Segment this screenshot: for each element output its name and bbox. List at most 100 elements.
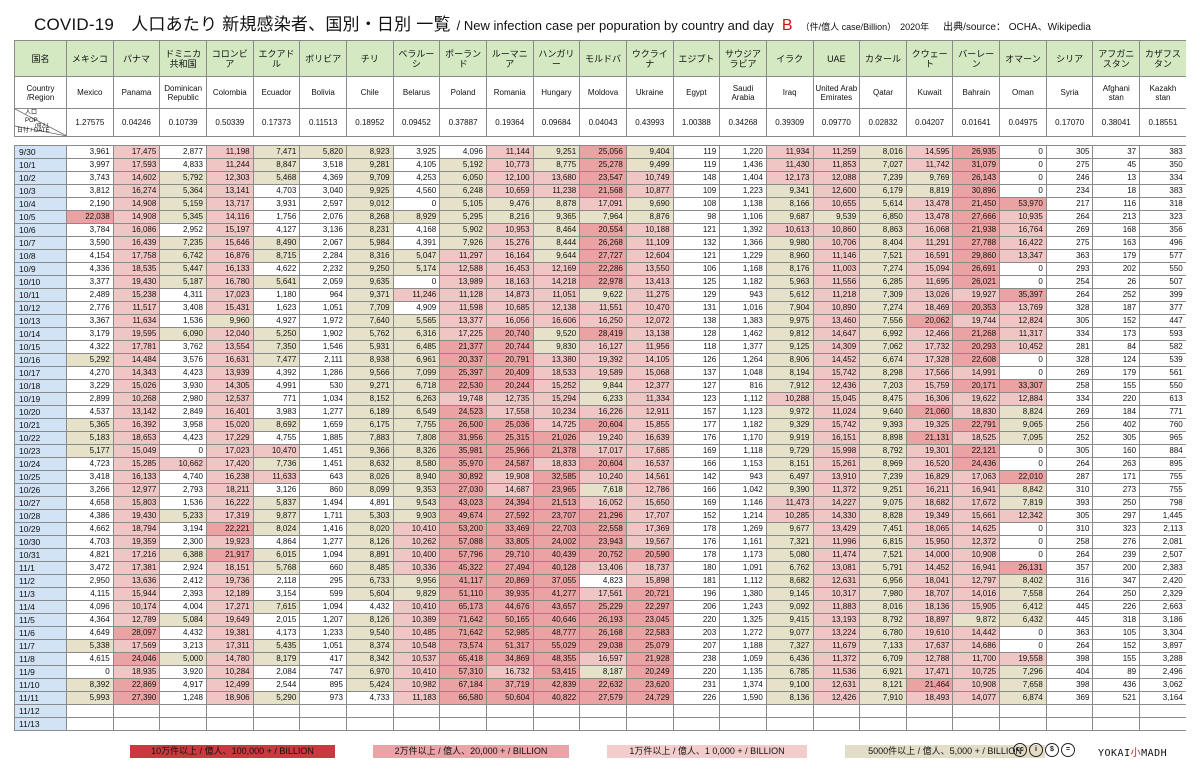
value-cell: 0 xyxy=(999,457,1047,471)
value-cell: 2,663 xyxy=(1139,600,1186,614)
value-cell: 15,742 xyxy=(812,418,861,432)
value-cell: 21,917 xyxy=(205,548,254,562)
value-cell: 12,824 xyxy=(999,314,1047,328)
value-cell: 1,059 xyxy=(719,652,767,666)
value-cell: 9,729 xyxy=(765,444,814,458)
value-cell: 19,744 xyxy=(952,314,1001,328)
value-cell: 9,960 xyxy=(205,314,254,328)
population-value: 0.50339 xyxy=(205,108,254,137)
value-cell: 71,642 xyxy=(439,613,487,627)
value-cell: 11,051 xyxy=(532,288,581,302)
value-cell: 0 xyxy=(999,275,1047,289)
value-cell: 2,076 xyxy=(299,210,347,224)
spacer-cell xyxy=(952,136,1000,146)
value-cell: 1,436 xyxy=(719,158,767,172)
date-cell: 10/21 xyxy=(14,418,67,432)
header-country-en: United Arab Emirates xyxy=(812,76,861,109)
value-cell: 15,855 xyxy=(625,418,674,432)
value-cell: 16,876 xyxy=(205,249,254,263)
value-cell: 3,126 xyxy=(252,483,301,497)
value-cell: 23,620 xyxy=(625,678,674,692)
value-cell: 180 xyxy=(672,561,721,575)
value-cell: 6,316 xyxy=(392,327,441,341)
value-cell: 8,374 xyxy=(345,639,394,653)
value-cell: 7,736 xyxy=(252,457,301,471)
value-cell: 179 xyxy=(1092,366,1141,380)
value-cell: 4,622 xyxy=(252,262,301,276)
page-title: COVID-19 人口あたり 新規感染者、国別・日別 一覧 xyxy=(34,15,451,34)
header-country-en: Ecuador xyxy=(252,76,301,109)
value-cell: 1,536 xyxy=(159,496,207,510)
value-cell: 25,036 xyxy=(485,418,534,432)
value-cell: 40,128 xyxy=(532,561,581,575)
value-cell: 9,075 xyxy=(859,496,907,510)
value-cell: 5,295 xyxy=(439,210,487,224)
value-cell: 12,977 xyxy=(112,483,161,497)
value-cell: 33,307 xyxy=(999,379,1047,393)
value-cell: 5,345 xyxy=(159,210,207,224)
value-cell: 12,499 xyxy=(205,678,254,692)
value-cell: 1,233 xyxy=(299,626,347,640)
value-cell: 5,762 xyxy=(345,327,394,341)
value-cell: 13,141 xyxy=(205,184,254,198)
value-cell: 11,128 xyxy=(439,288,487,302)
value-cell: 13,478 xyxy=(905,197,954,211)
value-cell: 14,991 xyxy=(952,366,1001,380)
value-cell: 3,194 xyxy=(159,522,207,536)
value-cell: 8,151 xyxy=(765,457,814,471)
value-cell: 6,718 xyxy=(392,379,441,393)
population-value: 0.09452 xyxy=(392,108,441,137)
header-country-ja: オマーン xyxy=(999,40,1047,77)
value-cell: 49,674 xyxy=(439,509,487,523)
title-bar: COVID-19 人口あたり 新規感染者、国別・日別 一覧 / New infe… xyxy=(0,0,1200,36)
value-cell: 3,576 xyxy=(159,353,207,367)
value-cell: 10,982 xyxy=(392,678,441,692)
header-row-population: 人口 POP (億人) 日付 / DATE 1.27575 0.04246 0.10739 0… xyxy=(14,108,1186,137)
value-cell: 760 xyxy=(1139,418,1186,432)
value-cell: 3,812 xyxy=(66,184,114,198)
date-cell: 10/11 xyxy=(14,288,67,302)
date-cell: 10/29 xyxy=(14,522,67,536)
spacer-cell xyxy=(579,136,627,146)
value-cell: 17,311 xyxy=(205,639,254,653)
value-cell: 6,388 xyxy=(159,548,207,562)
value-cell: 67,184 xyxy=(439,678,487,692)
value-cell: 2,284 xyxy=(299,249,347,263)
value-cell: 16,133 xyxy=(205,262,254,276)
value-cell: 119 xyxy=(672,158,721,172)
value-cell: 24,436 xyxy=(952,457,1001,471)
value-cell xyxy=(1139,717,1186,731)
value-cell xyxy=(672,704,721,718)
value-cell: 356 xyxy=(1139,223,1186,237)
value-cell: 9,415 xyxy=(765,613,814,627)
value-cell: 1,094 xyxy=(299,600,347,614)
value-cell: 9,709 xyxy=(345,171,394,185)
value-cell: 6,874 xyxy=(999,691,1047,705)
value-cell: 24,002 xyxy=(532,535,581,549)
value-cell: 258 xyxy=(1045,379,1094,393)
value-cell: 9,925 xyxy=(345,184,394,198)
value-cell: 57,088 xyxy=(439,535,487,549)
value-cell: 14,625 xyxy=(952,522,1001,536)
value-cell: 2,420 xyxy=(1139,574,1186,588)
value-cell: 2,899 xyxy=(66,392,114,406)
value-cell: 8,475 xyxy=(859,392,907,406)
value-cell: 8,824 xyxy=(999,405,1047,419)
date-cell: 10/14 xyxy=(14,327,67,341)
table-row: 11/7 5,338 17,569 3,213 17,311 5,435 1,051 8,37… xyxy=(14,639,1186,653)
value-cell: 11,517 xyxy=(112,301,161,315)
date-cell: 10/4 xyxy=(14,197,67,211)
value-cell: 17,475 xyxy=(112,145,161,159)
value-cell: 9,844 xyxy=(579,379,627,393)
value-cell: 66,580 xyxy=(439,691,487,705)
value-cell: 1,168 xyxy=(719,262,767,276)
value-cell: 22,530 xyxy=(439,379,487,393)
value-cell: 17,063 xyxy=(952,470,1001,484)
value-cell: 9,366 xyxy=(345,444,394,458)
value-cell: 5,768 xyxy=(252,561,301,575)
value-cell: 11,334 xyxy=(625,392,674,406)
value-cell: 2,383 xyxy=(1139,561,1186,575)
spacer-cell xyxy=(113,136,160,146)
value-cell: 9,972 xyxy=(765,405,814,419)
value-cell: 8,960 xyxy=(765,249,814,263)
